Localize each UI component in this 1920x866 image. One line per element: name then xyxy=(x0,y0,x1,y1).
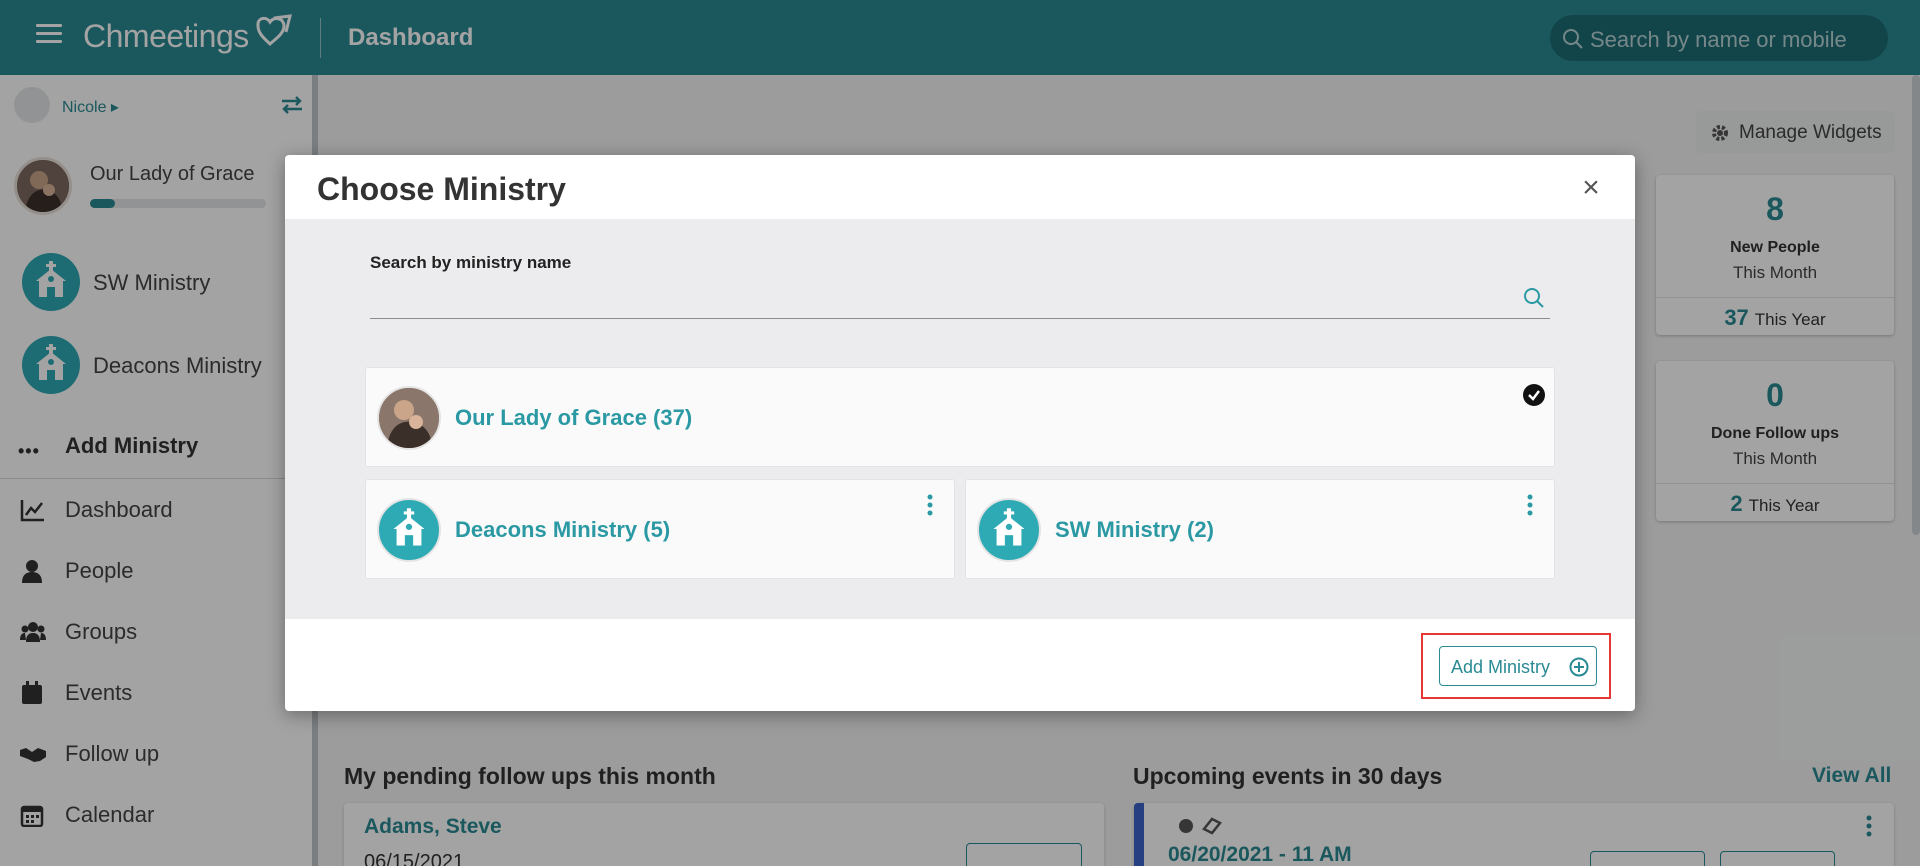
ministry-name: SW Ministry (2) xyxy=(1055,517,1214,542)
search-icon[interactable] xyxy=(1523,287,1545,309)
modal-title: Choose Ministry xyxy=(317,171,566,207)
church-avatar xyxy=(377,386,441,450)
church-icon xyxy=(377,498,441,562)
ministry-card-sw[interactable]: SW Ministry (2) xyxy=(965,479,1555,579)
selected-check-icon xyxy=(1523,384,1545,406)
choose-ministry-modal: Choose Ministry × Search by ministry nam… xyxy=(285,155,1635,711)
ministry-name: Deacons Ministry (5) xyxy=(455,517,671,542)
modal-body: Search by ministry name Our Lady of Grac… xyxy=(285,219,1635,619)
church-icon xyxy=(977,498,1041,562)
more-options-icon[interactable] xyxy=(927,494,933,516)
add-ministry-label: Add Ministry xyxy=(1451,657,1551,677)
add-ministry-button[interactable]: Add Ministry xyxy=(1439,646,1597,686)
ministry-search-label: Search by ministry name xyxy=(370,253,572,272)
ministry-card-our-lady-of-grace[interactable]: Our Lady of Grace (37) xyxy=(365,367,1555,467)
close-icon[interactable]: × xyxy=(1579,173,1603,203)
ministry-search-input[interactable] xyxy=(370,279,1550,319)
ministry-name: Our Lady of Grace (37) xyxy=(455,405,693,430)
more-options-icon[interactable] xyxy=(1527,494,1533,516)
plus-circle-icon xyxy=(1569,657,1589,677)
ministry-card-deacons[interactable]: Deacons Ministry (5) xyxy=(365,479,955,579)
